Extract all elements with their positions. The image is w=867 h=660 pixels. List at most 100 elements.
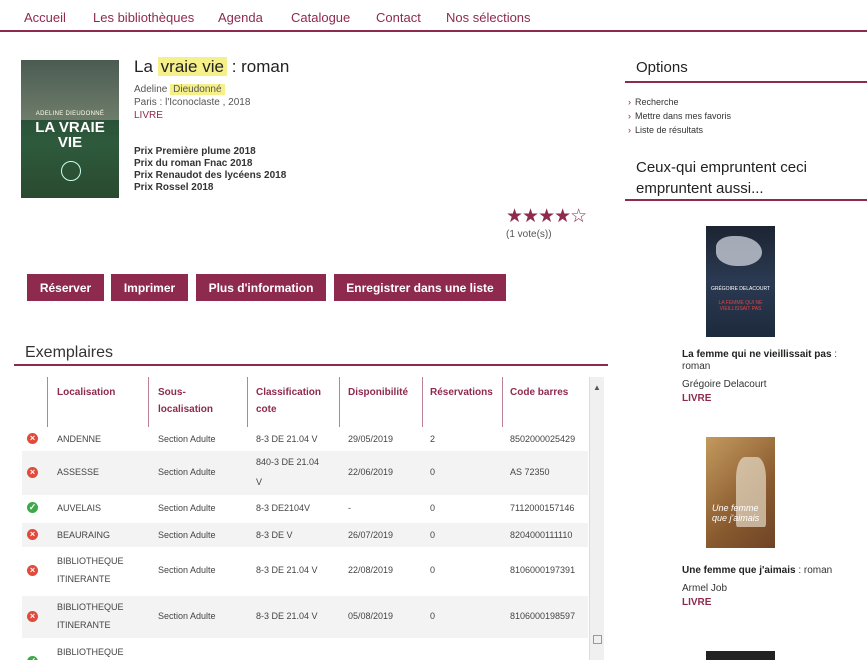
suggestion-cover[interactable] [706, 651, 775, 660]
cell-classification: 8-3 DE2104V [256, 503, 311, 513]
column-divider [47, 377, 48, 427]
cell-reservations: 0 [430, 530, 436, 540]
nav-selections[interactable]: Nos sélections [446, 10, 531, 25]
options-title: Options [636, 59, 688, 76]
option-label: Recherche [635, 97, 679, 107]
rating-votes: (1 vote(s)) [506, 229, 552, 240]
cell-reservations: 0 [430, 565, 436, 575]
also-borrowed-title: Ceux-qui empruntent ceci empruntent auss… [636, 159, 807, 197]
cover-author: GRÉGOIRE DELACOURT [710, 286, 771, 292]
enregistrer-liste-button[interactable]: Enregistrer dans une liste [334, 274, 506, 301]
cell-localisation: ITINERANTE [57, 620, 111, 630]
scroll-up-arrow-icon[interactable]: ▲ [593, 383, 601, 392]
table-row: ✓ BIBLIOTHEQUE [22, 642, 588, 660]
unavailable-icon: × [27, 433, 38, 444]
option-recherche[interactable]: › Recherche [628, 97, 679, 107]
header-text: Code barres [510, 387, 569, 398]
column-divider [148, 377, 149, 427]
nav-bibliotheques[interactable]: Les bibliothèques [93, 10, 194, 25]
cell-classification: 840-3 DE 21.04 [256, 457, 320, 467]
cell-disponibilite: - [348, 503, 351, 513]
book-author[interactable]: Adeline Dieudonné [134, 84, 225, 95]
unavailable-icon: × [27, 611, 38, 622]
cell-localisation: ASSESSE [57, 467, 100, 477]
suggestion-cover[interactable]: Une femme que j'aimais [706, 437, 775, 548]
book-type: LIVRE [134, 110, 163, 121]
header-text: Localisation [57, 387, 116, 398]
nav-catalogue[interactable]: Catalogue [291, 10, 350, 25]
book-cover[interactable]: ADELINE DIEUDONNÉ LA VRAIE VIE [21, 60, 119, 198]
cell-disponibilite: 22/06/2019 [348, 467, 394, 477]
prize-item: Prix Renaudot des lycéens 2018 [134, 170, 287, 181]
unavailable-icon: × [27, 529, 38, 540]
cell-localisation: BIBLIOTHEQUE [57, 556, 124, 566]
cell-sous-localisation: Section Adulte [158, 565, 216, 575]
cover-title: LA FEMME QUI NE VIEILLISSAIT PAS [718, 300, 763, 312]
prize-item: Prix Rossel 2018 [134, 182, 214, 193]
cell-classification: 8-3 DE 21.04 V [256, 434, 318, 444]
cell-code-barres: 8106000198597 [510, 611, 576, 621]
cell-localisation: ITINERANTE [57, 574, 111, 584]
unavailable-icon: × [27, 565, 38, 576]
header-text: Réservations [430, 387, 493, 398]
option-liste-resultats[interactable]: › Liste de résultats [628, 125, 703, 135]
suggestion-type: LIVRE [682, 597, 712, 608]
book-title-pre: La [134, 57, 153, 76]
cover-author: ADELINE DIEUDONNÉ [35, 111, 105, 117]
cell-code-barres: AS 72350 [510, 467, 550, 477]
header-text: Sous- [158, 387, 186, 398]
suggestion-type: LIVRE [682, 393, 712, 404]
prize-item: Prix du roman Fnac 2018 [134, 158, 253, 169]
table-row: × BIBLIOTHEQUE ITINERANTE Section Adulte… [22, 550, 588, 592]
nav-accueil[interactable]: Accueil [24, 10, 66, 25]
imprimer-button[interactable]: Imprimer [111, 274, 188, 301]
cover-seal-icon [61, 161, 81, 181]
cell-localisation: BIBLIOTHEQUE [57, 647, 124, 657]
column-divider [422, 377, 423, 427]
suggestion-title[interactable]: Une femme que j'aimais [682, 565, 796, 576]
header-disponibilite[interactable]: Disponibilité [348, 384, 408, 401]
book-title-highlight: vraie vie [157, 57, 227, 76]
cell-sous-localisation: Section Adulte [158, 434, 216, 444]
cell-sous-localisation: Section Adulte [158, 503, 216, 513]
header-code-barres[interactable]: Code barres [510, 384, 568, 401]
header-reservations[interactable]: Réservations [430, 384, 493, 401]
rating-stars[interactable]: ★★★★☆ [506, 205, 587, 228]
header-text: Disponibilité [348, 387, 408, 398]
reserver-button[interactable]: Réserver [27, 274, 104, 301]
exemplaires-title: Exemplaires [25, 344, 114, 361]
plus-information-button[interactable]: Plus d'information [196, 274, 326, 301]
option-favoris[interactable]: › Mettre dans mes favoris [628, 111, 731, 121]
table-scrollbar[interactable]: ▲ [589, 377, 604, 660]
cell-classification: 8-3 DE 21.04 V [256, 565, 318, 575]
author-first: Adeline [134, 84, 168, 95]
header-sous-localisation[interactable]: Sous- localisation [158, 384, 213, 418]
cover-title: Une femme que j'aimais [712, 503, 760, 523]
suggestion-cover[interactable]: GRÉGOIRE DELACOURT LA FEMME QUI NE VIEIL… [706, 226, 775, 337]
scrollbar-thumb[interactable] [593, 635, 602, 644]
book-title-post: : roman [231, 57, 290, 76]
chevron-right-icon: › [628, 111, 631, 121]
options-divider [625, 81, 867, 83]
suggestion-item[interactable]: Une femme que j'aimais : roman Armel Job… [682, 565, 862, 609]
header-localisation[interactable]: Localisation [57, 384, 115, 401]
suggestion-item[interactable]: La femme qui ne vieillissait pas : roman… [682, 349, 862, 405]
header-text: localisation [158, 404, 214, 415]
cell-localisation: BEAURAING [57, 530, 111, 540]
top-navigation: Accueil Les bibliothèques Agenda Catalog… [0, 0, 867, 32]
book-publisher: Paris : l'Iconoclaste , 2018 [134, 97, 251, 108]
nav-agenda[interactable]: Agenda [218, 10, 263, 25]
cell-disponibilite: 26/07/2019 [348, 530, 394, 540]
option-label: Mettre dans mes favoris [635, 111, 732, 121]
cover-image [716, 236, 762, 266]
cell-localisation: AUVELAIS [57, 503, 102, 513]
cell-sous-localisation: Section Adulte [158, 530, 216, 540]
cell-classification: 8-3 DE V [256, 530, 293, 540]
column-divider [247, 377, 248, 427]
suggestion-title[interactable]: La femme qui ne vieillissait pas [682, 349, 832, 360]
cover-title-line1: LA VRAIE [35, 119, 105, 136]
available-icon: ✓ [27, 502, 38, 513]
header-classification[interactable]: Classification cote [256, 384, 321, 418]
cell-localisation: ANDENNE [57, 434, 102, 444]
nav-contact[interactable]: Contact [376, 10, 421, 25]
